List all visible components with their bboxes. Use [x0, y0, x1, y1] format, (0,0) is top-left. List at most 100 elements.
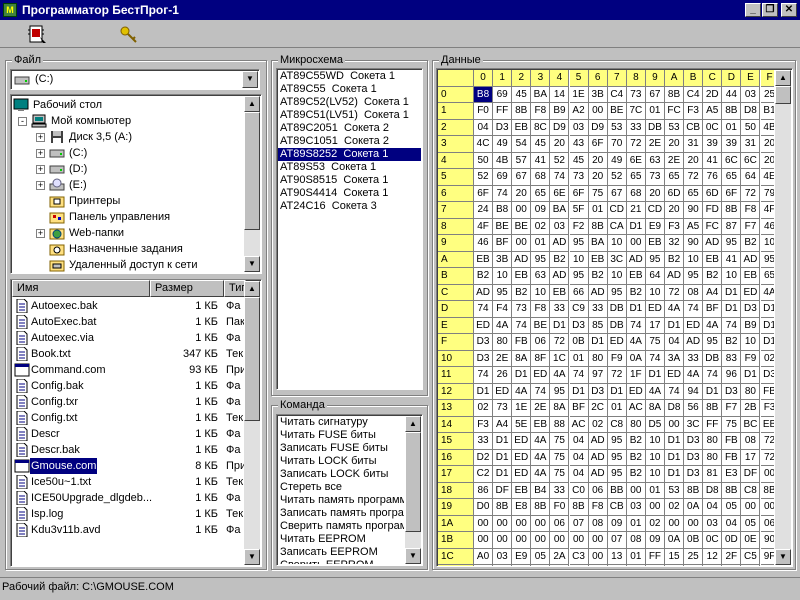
hex-cell[interactable]: 90 — [684, 202, 704, 219]
hex-cell[interactable]: 75 — [588, 185, 608, 202]
hex-cell[interactable]: 10 — [531, 284, 551, 301]
scroll-thumb[interactable] — [244, 297, 260, 421]
hex-cell[interactable]: B2 — [626, 284, 646, 301]
hex-cell[interactable]: 25 — [760, 87, 774, 103]
hex-cell[interactable]: 10 — [645, 433, 665, 450]
file-row[interactable]: Book.txt 347 КБ Тек — [12, 346, 246, 362]
hex-cell[interactable]: ED — [512, 433, 532, 450]
hex-cell[interactable]: AD — [741, 251, 761, 268]
hex-cell[interactable]: 4A — [493, 317, 513, 334]
hex-cell[interactable]: 41 — [722, 251, 742, 268]
hex-cell[interactable]: D3 — [474, 334, 494, 351]
hex-cell[interactable]: 05 — [741, 515, 761, 532]
scroll-thumb[interactable] — [244, 112, 260, 230]
hex-cell[interactable]: 41 — [703, 152, 723, 169]
hex-cell[interactable]: 0D — [722, 532, 742, 549]
hex-cell[interactable]: C2 — [474, 466, 494, 483]
chip-item[interactable]: AT90S4414 Сокета 1 — [278, 187, 421, 200]
hex-cell[interactable]: 95 — [760, 252, 774, 268]
hex-cell[interactable]: 0C — [722, 565, 742, 566]
hex-cell[interactable]: 24 — [474, 202, 494, 219]
hex-cell[interactable]: B1 — [760, 103, 774, 120]
hex-cell[interactable]: 6C — [741, 152, 761, 169]
hex-cell[interactable]: 74 — [531, 383, 551, 400]
hex-cell[interactable]: 76 — [703, 169, 723, 186]
hex-cell[interactable]: 88 — [550, 416, 570, 433]
tree-item[interactable]: + (C:) — [13, 145, 245, 161]
hex-cell[interactable]: 01 — [608, 565, 627, 566]
hex-grid[interactable]: 0 1 2 3 4 5 6 7 8 9 A B C D E F 0 B8 69 45 BA 14 1E 3B C4 73 67 8B C… — [436, 68, 793, 567]
hex-cell[interactable]: D1 — [626, 301, 646, 318]
hex-cell[interactable]: EB — [512, 482, 532, 499]
hex-cell[interactable]: 74 — [474, 367, 494, 384]
chip-item[interactable]: AT89C1051 Сокета 2 — [278, 135, 421, 148]
file-row[interactable]: Autoexec.bak 1 КБ Фа — [12, 298, 246, 314]
hex-cell[interactable]: 68 — [531, 169, 551, 186]
file-row[interactable]: Config.bak 1 КБ Фа — [12, 378, 246, 394]
hex-cell[interactable]: E9 — [645, 218, 665, 235]
hex-cell[interactable]: 7C — [626, 103, 646, 120]
hex-cell[interactable]: 4A — [531, 466, 551, 483]
hex-cell[interactable]: B2 — [474, 268, 494, 285]
file-row[interactable]: ICE50Upgrade_dlgdeb... 1 КБ Фа — [12, 490, 246, 506]
hex-cell[interactable]: 39 — [703, 136, 723, 153]
tree-item[interactable]: - Мой компьютер — [13, 113, 245, 129]
hex-cell[interactable]: 0C — [703, 119, 723, 136]
hex-cell[interactable]: 1E — [512, 400, 532, 417]
expand-icon[interactable]: + — [36, 165, 45, 174]
hex-cell[interactable]: 6D — [665, 185, 685, 202]
app-icon[interactable]: M — [3, 3, 17, 17]
hex-cell[interactable]: 6F — [722, 185, 742, 202]
hex-cell[interactable]: ED — [531, 367, 551, 384]
hex-cell[interactable]: BC — [741, 416, 761, 433]
hex-cell[interactable]: 64 — [645, 268, 665, 285]
hex-cell[interactable]: AD — [588, 449, 608, 466]
hex-cell[interactable]: ED — [512, 466, 532, 483]
hex-cell[interactable]: 32 — [665, 235, 685, 252]
hex-cell[interactable]: E9 — [512, 548, 532, 565]
hex-cell[interactable]: D1 — [703, 383, 723, 400]
hex-cell[interactable]: D8 — [741, 103, 761, 120]
hex-cell[interactable]: FC — [703, 218, 723, 235]
col-header-size[interactable]: Размер — [150, 280, 224, 297]
hex-cell[interactable]: 06 — [760, 516, 774, 532]
hex-cell[interactable]: 2C — [588, 400, 608, 417]
hex-cell[interactable]: E8 — [512, 499, 532, 516]
hex-cell[interactable]: 97 — [588, 367, 608, 384]
command-item[interactable]: Читать EEPROM — [280, 533, 404, 546]
expand-icon[interactable]: + — [36, 149, 45, 158]
hex-cell[interactable]: 10 — [569, 251, 589, 268]
tree-item[interactable]: + Web-папки — [13, 225, 245, 241]
hex-cell[interactable]: 9F — [760, 549, 774, 565]
hex-cell[interactable]: 72 — [760, 450, 774, 466]
hex-cell[interactable]: D1 — [665, 466, 685, 483]
hex-cell[interactable]: 95 — [607, 433, 627, 450]
hex-cell[interactable]: 20 — [684, 152, 704, 169]
collapse-icon[interactable]: - — [18, 117, 27, 126]
hex-cell[interactable]: EB — [588, 251, 608, 268]
hex-cell[interactable]: 43 — [569, 136, 589, 153]
hex-cell[interactable]: 75 — [645, 334, 665, 351]
hex-cell[interactable]: 14 — [627, 565, 646, 566]
hex-cell[interactable]: 1C — [550, 350, 570, 367]
hex-cell[interactable]: 54 — [512, 136, 532, 153]
hex-cell[interactable]: D1 — [626, 218, 646, 235]
hex-cell[interactable]: 72 — [684, 169, 704, 186]
hex-cell[interactable]: F3 — [665, 218, 685, 235]
hex-cell[interactable]: 04 — [703, 499, 723, 516]
hex-cell[interactable]: 95 — [607, 449, 627, 466]
hex-cell[interactable]: 0B — [684, 532, 704, 549]
key-icon[interactable] — [118, 23, 140, 45]
hex-cell[interactable]: EB — [512, 268, 532, 285]
hex-cell[interactable]: 00 — [684, 515, 704, 532]
hex-cell[interactable]: 63 — [645, 152, 665, 169]
hex-cell[interactable]: 00 — [760, 499, 774, 516]
hex-cell[interactable]: 02 — [474, 400, 494, 417]
command-item[interactable]: Стереть все — [280, 481, 404, 494]
hex-cell[interactable]: 09 — [645, 532, 665, 549]
hex-cell[interactable]: 95 — [569, 268, 589, 285]
hex-cell[interactable]: 00 — [531, 515, 551, 532]
hex-cell[interactable]: 09 — [531, 202, 551, 219]
hex-cell[interactable]: 95 — [493, 284, 513, 301]
hex-cell[interactable]: EB — [703, 251, 723, 268]
